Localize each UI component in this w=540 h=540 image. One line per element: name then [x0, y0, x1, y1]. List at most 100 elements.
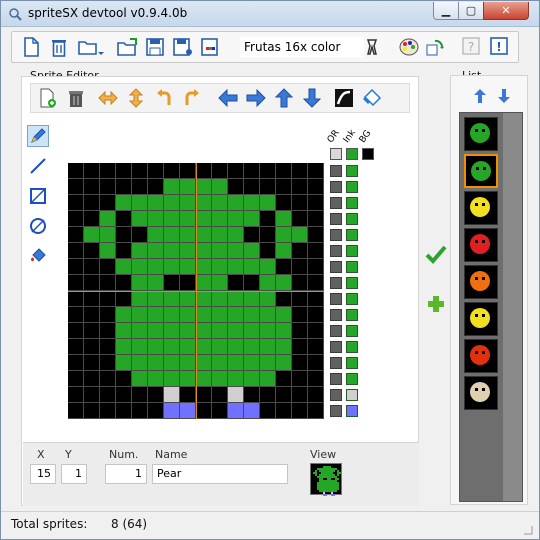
- pixel-cell[interactable]: [260, 291, 276, 307]
- pixel-cell[interactable]: [164, 243, 180, 259]
- pixel-cell[interactable]: [196, 371, 212, 387]
- pixel-cell[interactable]: [292, 227, 308, 243]
- list-item[interactable]: [464, 376, 498, 410]
- pixel-cell[interactable]: [84, 371, 100, 387]
- pixel-cell[interactable]: [244, 307, 260, 323]
- pixel-cell[interactable]: [164, 403, 180, 419]
- pixel-cell[interactable]: [244, 227, 260, 243]
- pixel-cell[interactable]: [260, 259, 276, 275]
- pixel-cell[interactable]: [132, 211, 148, 227]
- pixel-cell[interactable]: [228, 291, 244, 307]
- pixel-cell[interactable]: [292, 179, 308, 195]
- x-field[interactable]: 15: [30, 464, 56, 484]
- pixel-cell[interactable]: [212, 275, 228, 291]
- pixel-cell[interactable]: [148, 227, 164, 243]
- rectangle-tool[interactable]: [27, 185, 49, 207]
- pixel-cell[interactable]: [132, 323, 148, 339]
- pixel-cell[interactable]: [180, 323, 196, 339]
- sprite-list[interactable]: [459, 112, 523, 502]
- pixel-cell[interactable]: [148, 243, 164, 259]
- pixel-cell[interactable]: [228, 339, 244, 355]
- pixel-cell[interactable]: [116, 307, 132, 323]
- ink-attribute[interactable]: [346, 373, 358, 385]
- pixel-cell[interactable]: [100, 163, 116, 179]
- pixel-cell[interactable]: [196, 403, 212, 419]
- ink-attribute[interactable]: [346, 389, 358, 401]
- ink-attribute[interactable]: [346, 165, 358, 177]
- pixel-cell[interactable]: [132, 307, 148, 323]
- pixel-cell[interactable]: [84, 339, 100, 355]
- pixel-cell[interactable]: [132, 227, 148, 243]
- move-up-button[interactable]: [273, 87, 295, 109]
- pixel-cell[interactable]: [116, 211, 132, 227]
- ink-attribute[interactable]: [346, 325, 358, 337]
- pixel-cell[interactable]: [148, 339, 164, 355]
- ink-attribute[interactable]: [346, 341, 358, 353]
- pixel-cell[interactable]: [244, 355, 260, 371]
- pixel-cell[interactable]: [100, 179, 116, 195]
- pixel-cell[interactable]: [244, 163, 260, 179]
- pixel-cell[interactable]: [308, 355, 324, 371]
- pixel-cell[interactable]: [276, 339, 292, 355]
- or-attribute[interactable]: [330, 405, 342, 417]
- move-left-button[interactable]: [217, 87, 239, 109]
- pixel-cell[interactable]: [244, 243, 260, 259]
- pixel-cell[interactable]: [276, 211, 292, 227]
- ink-attribute[interactable]: [346, 357, 358, 369]
- pixel-cell[interactable]: [84, 307, 100, 323]
- invert-button[interactable]: [333, 87, 355, 109]
- open-recent-button[interactable]: [116, 36, 138, 58]
- pixel-cell[interactable]: [100, 243, 116, 259]
- pixel-cell[interactable]: [212, 163, 228, 179]
- move-down-button[interactable]: [301, 87, 323, 109]
- rotate-left-button[interactable]: [153, 87, 175, 109]
- pixel-cell[interactable]: [276, 163, 292, 179]
- pixel-cell[interactable]: [292, 403, 308, 419]
- pixel-cell[interactable]: [68, 227, 84, 243]
- num-field[interactable]: 1: [105, 464, 147, 484]
- pixel-cell[interactable]: [116, 275, 132, 291]
- pixel-cell[interactable]: [116, 227, 132, 243]
- pixel-cell[interactable]: [260, 211, 276, 227]
- pixel-cell[interactable]: [132, 355, 148, 371]
- pixel-cell[interactable]: [164, 275, 180, 291]
- pixel-cell[interactable]: [292, 387, 308, 403]
- pixel-cell[interactable]: [132, 195, 148, 211]
- pixel-cell[interactable]: [292, 163, 308, 179]
- name-field[interactable]: Pear: [152, 464, 288, 484]
- pixel-cell[interactable]: [308, 387, 324, 403]
- pixel-cell[interactable]: [180, 387, 196, 403]
- pixel-cell[interactable]: [180, 291, 196, 307]
- pixel-cell[interactable]: [148, 259, 164, 275]
- convert-button[interactable]: [424, 36, 446, 58]
- pixel-cell[interactable]: [84, 323, 100, 339]
- pixel-cell[interactable]: [148, 179, 164, 195]
- save-button[interactable]: [144, 36, 166, 58]
- pixel-cell[interactable]: [84, 179, 100, 195]
- pixel-cell[interactable]: [276, 259, 292, 275]
- pixel-cell[interactable]: [132, 339, 148, 355]
- pencil-tool[interactable]: [27, 125, 49, 147]
- add-sprite-button[interactable]: [37, 87, 59, 109]
- pixel-cell[interactable]: [164, 339, 180, 355]
- pixel-cell[interactable]: [164, 227, 180, 243]
- pixel-cell[interactable]: [132, 371, 148, 387]
- pixel-cell[interactable]: [132, 275, 148, 291]
- pixel-cell[interactable]: [260, 403, 276, 419]
- circle-tool[interactable]: [27, 215, 49, 237]
- pixel-cell[interactable]: [100, 227, 116, 243]
- pixel-cell[interactable]: [132, 179, 148, 195]
- ink-attribute[interactable]: [346, 197, 358, 209]
- pixel-cell[interactable]: [292, 355, 308, 371]
- pixel-cell[interactable]: [100, 339, 116, 355]
- list-item[interactable]: [464, 302, 498, 336]
- pixel-cell[interactable]: [212, 323, 228, 339]
- list-item[interactable]: [464, 117, 498, 151]
- or-attribute[interactable]: [330, 213, 342, 225]
- pixel-cell[interactable]: [180, 355, 196, 371]
- pixel-cell[interactable]: [228, 259, 244, 275]
- pixel-cell[interactable]: [308, 371, 324, 387]
- or-attribute[interactable]: [330, 245, 342, 257]
- ink-attribute[interactable]: [346, 277, 358, 289]
- pixel-cell[interactable]: [212, 211, 228, 227]
